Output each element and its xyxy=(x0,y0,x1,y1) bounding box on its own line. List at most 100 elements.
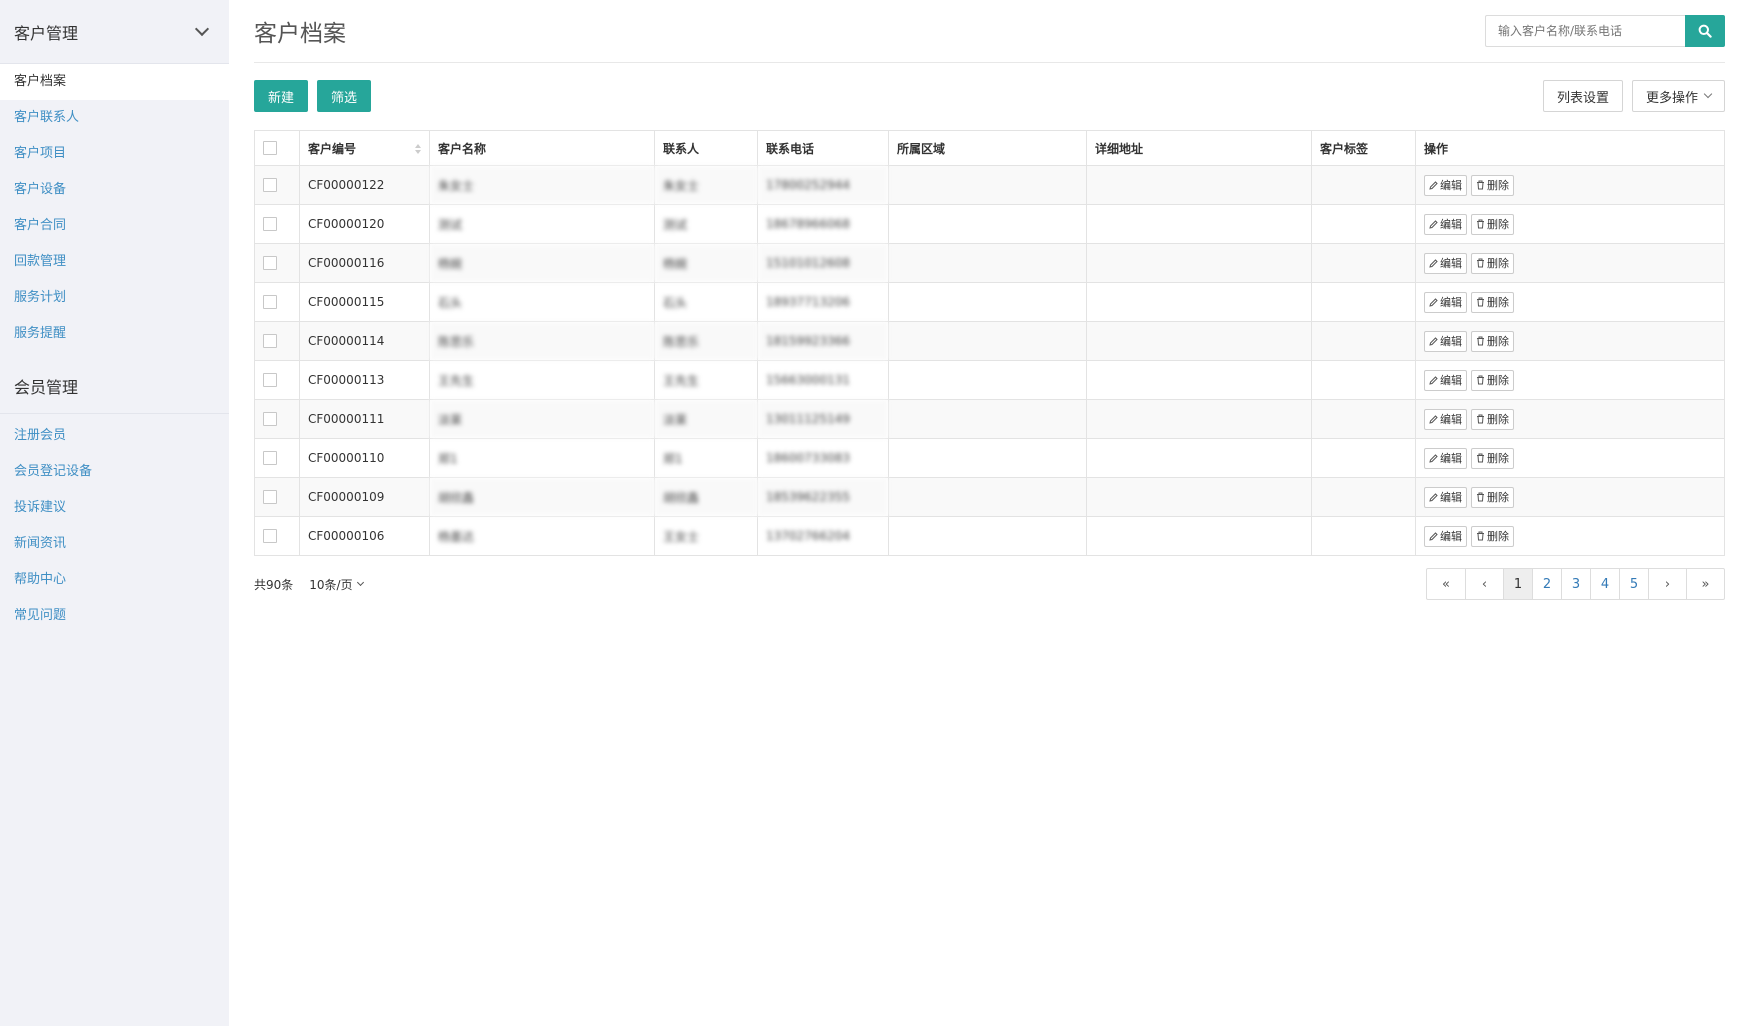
sidebar-item[interactable]: 注册会员 xyxy=(0,418,229,454)
page-number-5[interactable]: 5 xyxy=(1619,569,1648,599)
edit-button[interactable]: 编辑 xyxy=(1424,330,1467,352)
select-all-checkbox[interactable] xyxy=(263,141,277,156)
edit-label: 编辑 xyxy=(1440,218,1462,231)
new-button[interactable]: 新建 xyxy=(254,80,309,112)
region-cell xyxy=(888,438,1087,478)
col-header-id[interactable]: 客户编号 xyxy=(299,130,430,166)
column-settings-button[interactable]: 列表设置 xyxy=(1542,80,1623,112)
page-number-2[interactable]: 2 xyxy=(1532,569,1561,599)
sort-icon[interactable] xyxy=(415,143,421,154)
sidebar-group-member[interactable]: 会员管理 xyxy=(0,358,229,414)
search-input[interactable] xyxy=(1485,15,1685,47)
edit-label: 编辑 xyxy=(1440,257,1462,270)
row-checkbox[interactable] xyxy=(263,451,277,466)
delete-button[interactable]: 删除 xyxy=(1471,330,1514,352)
sidebar-item[interactable]: 服务计划 xyxy=(0,280,229,316)
delete-button[interactable]: 删除 xyxy=(1471,252,1514,274)
select-cell xyxy=(254,165,300,205)
sidebar-item[interactable]: 帮助中心 xyxy=(0,562,229,598)
customer-name-cell: 胡欣鑫 xyxy=(429,477,655,517)
edit-button[interactable]: 编辑 xyxy=(1424,213,1467,235)
row-checkbox[interactable] xyxy=(263,178,277,193)
actions-cell: 编辑 删除 xyxy=(1415,243,1725,283)
chevron-down-icon[interactable] xyxy=(194,21,210,36)
customer-id-cell: CF00000110 xyxy=(299,438,430,478)
phone-cell: 15663000131 xyxy=(757,360,889,400)
delete-button[interactable]: 删除 xyxy=(1471,447,1514,469)
delete-button[interactable]: 删除 xyxy=(1471,486,1514,508)
delete-button[interactable]: 删除 xyxy=(1471,525,1514,547)
delete-label: 删除 xyxy=(1487,218,1509,231)
edit-button[interactable]: 编辑 xyxy=(1424,291,1467,313)
sidebar-item[interactable]: 新闻资讯 xyxy=(0,526,229,562)
phone-cell: 18937713206 xyxy=(757,282,889,322)
edit-button[interactable]: 编辑 xyxy=(1424,525,1467,547)
sidebar-group-customer[interactable]: 客户管理 xyxy=(0,0,229,64)
edit-button[interactable]: 编辑 xyxy=(1424,447,1467,469)
edit-button[interactable]: 编辑 xyxy=(1424,486,1467,508)
row-checkbox[interactable] xyxy=(263,412,277,427)
sidebar-item[interactable]: 服务提醒 xyxy=(0,316,229,352)
contact-cell: 胡欣鑫 xyxy=(654,477,758,517)
customer-id-cell: CF00000122 xyxy=(299,165,430,205)
edit-label: 编辑 xyxy=(1440,296,1462,309)
first-page-button[interactable]: « xyxy=(1427,569,1465,599)
sidebar-item[interactable]: 客户联系人 xyxy=(0,100,229,136)
trash-icon xyxy=(1477,414,1484,424)
col-header-phone: 联系电话 xyxy=(757,130,889,166)
sidebar-item[interactable]: 客户设备 xyxy=(0,172,229,208)
delete-button[interactable]: 删除 xyxy=(1471,369,1514,391)
select-cell xyxy=(254,360,300,400)
filter-button[interactable]: 筛选 xyxy=(317,80,372,112)
contact-cell: 朱女士 xyxy=(654,165,758,205)
phone-cell: 17800252944 xyxy=(757,165,889,205)
more-actions-button[interactable]: 更多操作 xyxy=(1631,80,1725,112)
sidebar-item[interactable]: 客户档案 xyxy=(0,64,229,100)
page-number-4[interactable]: 4 xyxy=(1590,569,1619,599)
page-number-3[interactable]: 3 xyxy=(1561,569,1590,599)
contact-cell: 测试 xyxy=(654,204,758,244)
pager: «‹ 1 2 3 4 5 ›» xyxy=(1426,568,1725,600)
delete-button[interactable]: 删除 xyxy=(1471,174,1514,196)
edit-button[interactable]: 编辑 xyxy=(1424,174,1467,196)
row-checkbox[interactable] xyxy=(263,334,277,349)
row-checkbox[interactable] xyxy=(263,529,277,544)
actions-cell: 编辑 删除 xyxy=(1415,516,1725,556)
search-box xyxy=(1485,15,1725,47)
page-number-1[interactable]: 1 xyxy=(1503,569,1532,599)
row-checkbox[interactable] xyxy=(263,256,277,271)
sidebar-item[interactable]: 常见问题 xyxy=(0,598,229,634)
row-checkbox[interactable] xyxy=(263,217,277,232)
sidebar-item[interactable]: 投诉建议 xyxy=(0,490,229,526)
delete-button[interactable]: 删除 xyxy=(1471,291,1514,313)
search-button[interactable] xyxy=(1685,15,1725,47)
row-checkbox[interactable] xyxy=(263,490,277,505)
prev-page-button[interactable]: ‹ xyxy=(1465,569,1503,599)
customer-id-cell: CF00000113 xyxy=(299,360,430,400)
row-checkbox[interactable] xyxy=(263,295,277,310)
page-size-select[interactable]: 10条/页 xyxy=(309,576,364,593)
edit-button[interactable]: 编辑 xyxy=(1424,369,1467,391)
contact-cell: 郑1 xyxy=(654,438,758,478)
sidebar-item[interactable]: 回款管理 xyxy=(0,244,229,280)
delete-label: 删除 xyxy=(1487,530,1509,543)
next-page-button[interactable]: › xyxy=(1648,569,1686,599)
sidebar-item[interactable]: 会员登记设备 xyxy=(0,454,229,490)
edit-button[interactable]: 编辑 xyxy=(1424,252,1467,274)
row-checkbox[interactable] xyxy=(263,373,277,388)
delete-label: 删除 xyxy=(1487,179,1509,192)
row-actions: 编辑 删除 xyxy=(1424,369,1716,391)
delete-button[interactable]: 删除 xyxy=(1471,408,1514,430)
row-actions: 编辑 删除 xyxy=(1424,486,1716,508)
last-page-button[interactable]: » xyxy=(1686,569,1724,599)
delete-button[interactable]: 删除 xyxy=(1471,213,1514,235)
actions-cell: 编辑 删除 xyxy=(1415,282,1725,322)
tags-cell xyxy=(1311,282,1416,322)
sidebar-item[interactable]: 客户项目 xyxy=(0,136,229,172)
phone-cell: 18539622355 xyxy=(757,477,889,517)
col-header-address: 详细地址 xyxy=(1086,130,1312,166)
sidebar-item[interactable]: 客户合同 xyxy=(0,208,229,244)
tags-cell xyxy=(1311,243,1416,283)
edit-button[interactable]: 编辑 xyxy=(1424,408,1467,430)
pencil-icon xyxy=(1429,531,1438,541)
